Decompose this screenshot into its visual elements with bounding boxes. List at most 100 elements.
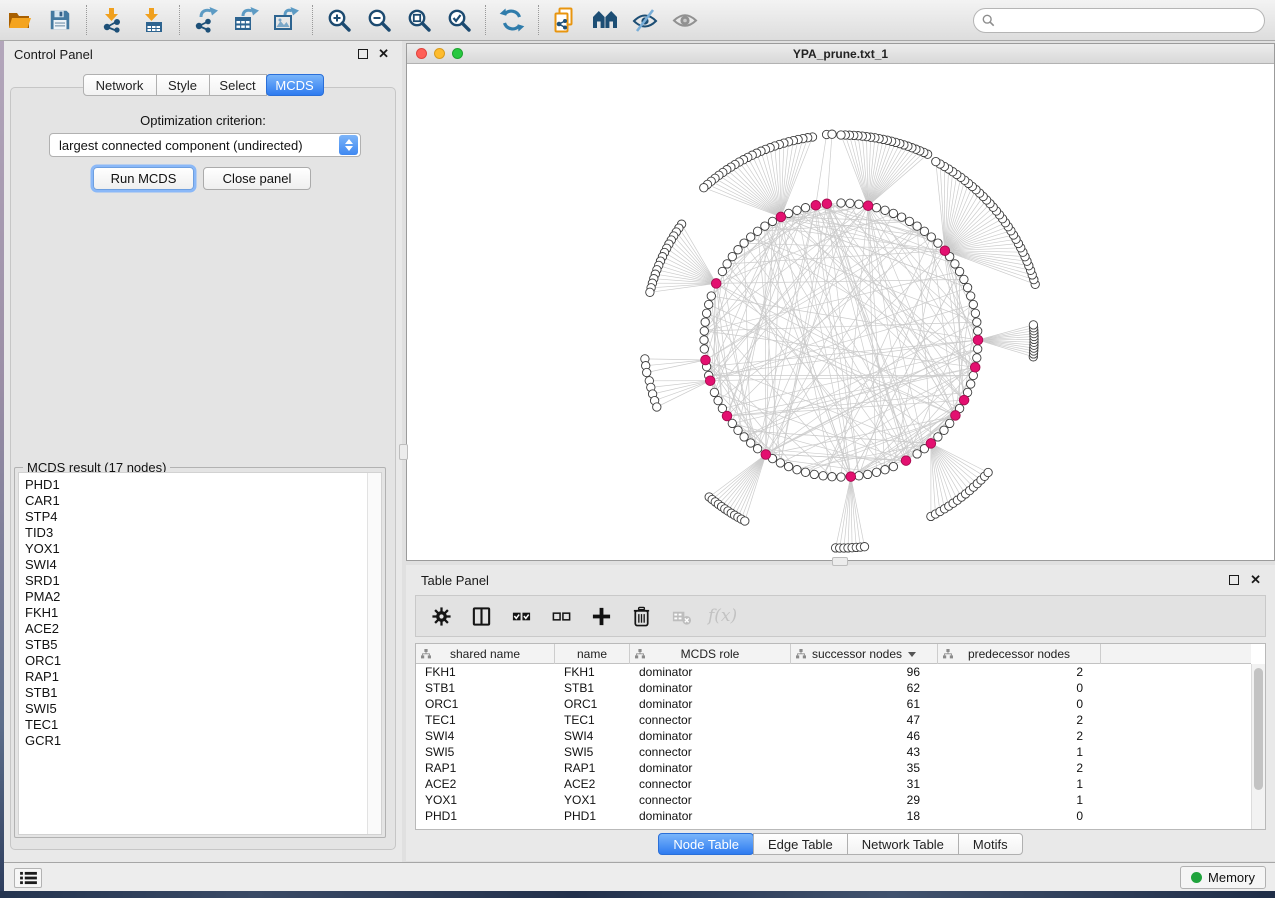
close-panel-button[interactable]: Close panel xyxy=(203,167,311,190)
table-cell: 2 xyxy=(938,728,1101,744)
table-panel: Table Panel ✕ xyxy=(406,565,1275,861)
table-row[interactable]: FKH1FKH1dominator962 xyxy=(416,664,1251,680)
table-cell: 2 xyxy=(938,664,1101,680)
first-neighbors-icon[interactable] xyxy=(585,3,625,37)
mcds-result-item[interactable]: PHD1 xyxy=(19,477,366,493)
table-row[interactable]: STB1STB1dominator620 xyxy=(416,680,1251,696)
mcds-result-item[interactable]: STB1 xyxy=(19,685,366,701)
tab-style[interactable]: Style xyxy=(156,74,210,96)
control-panel-titlebar: Control Panel ✕ xyxy=(4,41,402,67)
table-row[interactable]: TEC1TEC1connector472 xyxy=(416,712,1251,728)
table-cell: dominator xyxy=(630,680,791,696)
close-panel-icon[interactable]: ✕ xyxy=(1250,572,1261,588)
search-input[interactable] xyxy=(973,8,1265,33)
table-row[interactable]: YOX1YOX1connector291 xyxy=(416,792,1251,808)
table-cell: 1 xyxy=(938,744,1101,760)
hide-selected-icon[interactable] xyxy=(625,3,665,37)
add-column-icon[interactable] xyxy=(588,603,614,629)
mcds-result-item[interactable]: SRD1 xyxy=(19,573,366,589)
mcds-result-item[interactable]: CAR1 xyxy=(19,493,366,509)
table-row[interactable]: PHD1PHD1dominator180 xyxy=(416,808,1251,824)
criterion-select[interactable]: largest connected component (undirected) xyxy=(49,133,361,157)
mcds-result-item[interactable]: ACE2 xyxy=(19,621,366,637)
show-all-icon[interactable] xyxy=(665,3,705,37)
mcds-result-item[interactable]: RAP1 xyxy=(19,669,366,685)
zoom-in-icon[interactable] xyxy=(319,3,359,37)
table-row[interactable]: RAP1RAP1dominator352 xyxy=(416,760,1251,776)
mcds-result-list[interactable]: PHD1CAR1STP4TID3YOX1SWI4SRD1PMA2FKH1ACE2… xyxy=(18,472,382,835)
refresh-layout-icon[interactable] xyxy=(492,3,532,37)
mcds-result-item[interactable]: YOX1 xyxy=(19,541,366,557)
zoom-out-icon[interactable] xyxy=(359,3,399,37)
mcds-result-item[interactable]: GCR1 xyxy=(19,733,366,749)
save-session-icon[interactable] xyxy=(40,3,80,37)
column-header-predecessor-nodes[interactable]: predecessor nodes xyxy=(938,644,1101,664)
table-cell: 1 xyxy=(938,792,1101,808)
mcds-result-item[interactable]: SWI4 xyxy=(19,557,366,573)
run-mcds-button[interactable]: Run MCDS xyxy=(93,167,194,190)
tab-network-table[interactable]: Network Table xyxy=(847,833,959,855)
import-table-icon[interactable] xyxy=(133,3,173,37)
task-history-button[interactable] xyxy=(14,868,42,888)
mcds-result-item[interactable]: TID3 xyxy=(19,525,366,541)
mcds-result-item[interactable]: ORC1 xyxy=(19,653,366,669)
tab-motifs[interactable]: Motifs xyxy=(958,833,1023,855)
table-scrollbar-thumb[interactable] xyxy=(1254,668,1263,790)
tab-edge-table[interactable]: Edge Table xyxy=(753,833,848,855)
table-row[interactable]: ACE2ACE2connector311 xyxy=(416,776,1251,792)
zoom-fit-icon[interactable] xyxy=(399,3,439,37)
column-header-MCDS-role[interactable]: MCDS role xyxy=(630,644,791,664)
tab-network[interactable]: Network xyxy=(83,74,157,96)
tab-mcds[interactable]: MCDS xyxy=(266,74,324,96)
node-table-body: FKH1FKH1dominator962STB1STB1dominator620… xyxy=(416,664,1251,829)
open-session-icon[interactable] xyxy=(0,3,40,37)
mcds-result-item[interactable]: SWI5 xyxy=(19,701,366,717)
tab-select[interactable]: Select xyxy=(209,74,267,96)
select-all-icon[interactable] xyxy=(508,603,534,629)
column-header-successor-nodes[interactable]: successor nodes xyxy=(791,644,938,664)
close-panel-icon[interactable]: ✕ xyxy=(378,46,389,62)
mcds-result-item[interactable]: TEC1 xyxy=(19,717,366,733)
export-network-icon[interactable] xyxy=(186,3,226,37)
table-cell: 0 xyxy=(938,680,1101,696)
network-canvas[interactable] xyxy=(407,64,1274,560)
control-panel-tabs: Network Style Select MCDS xyxy=(4,74,402,96)
memory-button[interactable]: Memory xyxy=(1180,866,1266,889)
delete-icon[interactable] xyxy=(628,603,654,629)
settings-gear-icon[interactable] xyxy=(428,603,454,629)
float-panel-icon[interactable] xyxy=(1229,575,1239,585)
horizontal-splitter-handle[interactable] xyxy=(832,557,848,566)
import-network-icon[interactable] xyxy=(93,3,133,37)
mcds-result-item[interactable]: FKH1 xyxy=(19,605,366,621)
table-cell: SWI4 xyxy=(416,728,555,744)
column-layout-icon[interactable] xyxy=(468,603,494,629)
export-image-icon[interactable] xyxy=(266,3,306,37)
table-cell: YOX1 xyxy=(416,792,555,808)
mcds-list-scrollbar[interactable] xyxy=(367,473,381,834)
search-field[interactable] xyxy=(995,11,1264,31)
toolbar-separator xyxy=(312,5,313,35)
table-cell: SWI5 xyxy=(555,744,630,760)
vertical-splitter-handle[interactable] xyxy=(399,444,408,460)
network-from-selection-icon[interactable] xyxy=(545,3,585,37)
network-window-titlebar[interactable]: YPA_prune.txt_1 xyxy=(407,44,1274,64)
deselect-all-icon[interactable] xyxy=(548,603,574,629)
export-table-icon[interactable] xyxy=(226,3,266,37)
table-cell: RAP1 xyxy=(555,760,630,776)
mcds-result-item[interactable]: PMA2 xyxy=(19,589,366,605)
float-panel-icon[interactable] xyxy=(358,49,368,59)
table-cell: 43 xyxy=(791,744,938,760)
mcds-result-item[interactable]: STP4 xyxy=(19,509,366,525)
table-cell: ACE2 xyxy=(555,776,630,792)
table-cell: dominator xyxy=(630,808,791,824)
table-row[interactable]: ORC1ORC1dominator610 xyxy=(416,696,1251,712)
table-scrollbar[interactable] xyxy=(1251,664,1265,829)
table-row[interactable]: SWI4SWI4dominator462 xyxy=(416,728,1251,744)
mcds-result-item[interactable]: STB5 xyxy=(19,637,366,653)
column-header-shared-name[interactable]: shared name xyxy=(416,644,555,664)
table-row[interactable]: SWI5SWI5connector431 xyxy=(416,744,1251,760)
column-header-name[interactable]: name xyxy=(555,644,630,664)
tab-node-table[interactable]: Node Table xyxy=(658,833,754,855)
optimization-criterion-label: Optimization criterion: xyxy=(10,113,396,128)
zoom-selected-icon[interactable] xyxy=(439,3,479,37)
